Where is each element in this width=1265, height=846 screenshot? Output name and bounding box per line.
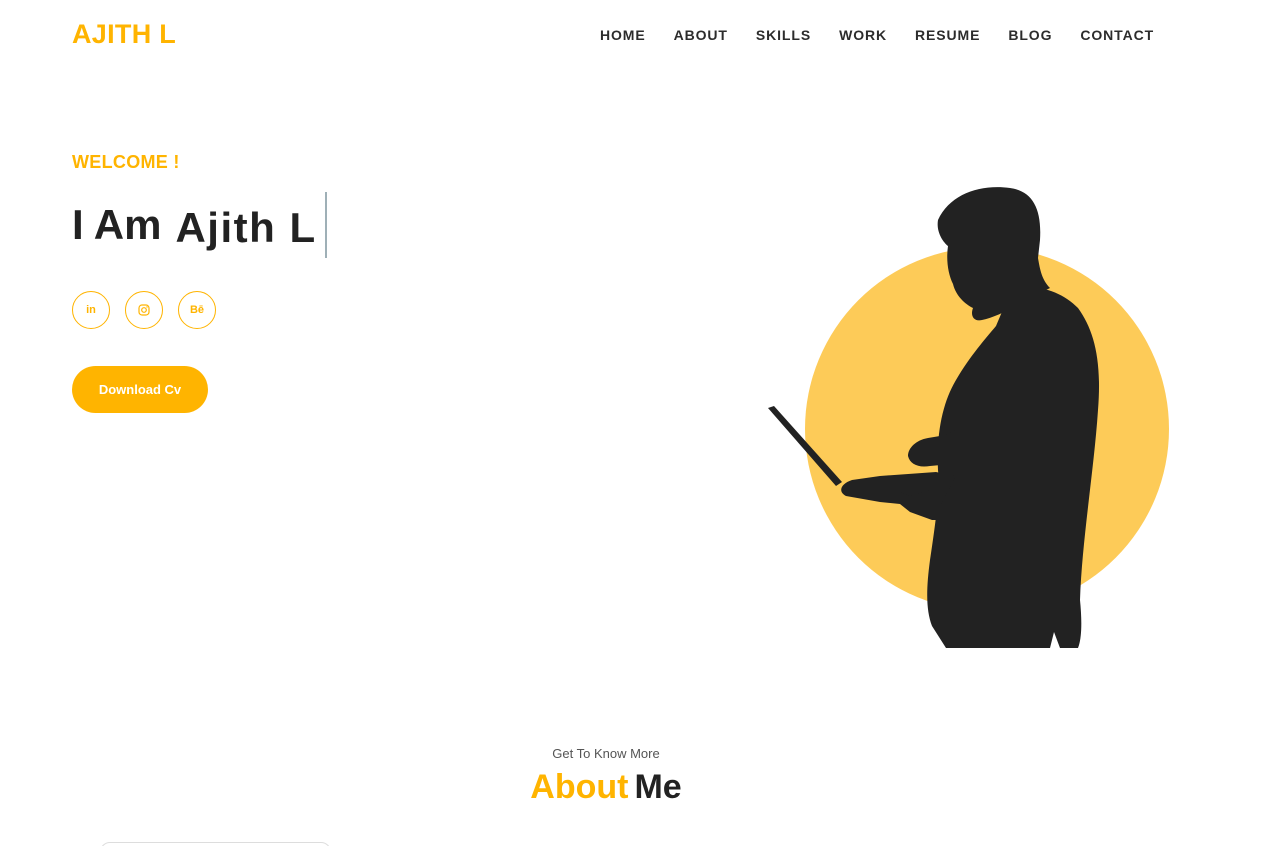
linkedin-glyph: in — [86, 304, 96, 316]
about-kicker: Get To Know More — [552, 746, 660, 761]
page: AJITH L HOME ABOUT SKILLS WORK RESUME BL… — [0, 0, 1265, 846]
typing-cursor — [324, 192, 327, 258]
nav-link-skills[interactable]: SKILLS — [756, 26, 811, 44]
about-title-rest: Me — [634, 768, 682, 806]
about-card-peek — [100, 842, 331, 846]
hero-headline: I Am Ajith L — [72, 192, 327, 258]
social-links: in Bē — [72, 291, 231, 329]
behance-icon[interactable]: Bē — [178, 291, 216, 329]
nav-link-about[interactable]: ABOUT — [674, 26, 728, 44]
about-title: About Me — [0, 768, 1212, 807]
instagram-glyph — [138, 304, 150, 316]
linkedin-icon[interactable]: in — [72, 291, 110, 329]
nav-link-work[interactable]: WORK — [839, 26, 887, 44]
behance-glyph: Bē — [189, 304, 205, 316]
download-cv-button[interactable]: Download Cv — [72, 366, 208, 413]
welcome-text: WELCOME ! — [72, 152, 180, 172]
headline-name: Ajith L — [175, 204, 317, 251]
nav-link-home[interactable]: HOME — [600, 26, 646, 44]
site-header: AJITH L HOME ABOUT SKILLS WORK RESUME BL… — [0, 0, 1265, 72]
about-title-accent: About — [530, 768, 629, 806]
hero-illustration — [768, 187, 1169, 648]
site-logo[interactable]: AJITH L — [72, 19, 176, 50]
nav-link-contact[interactable]: CONTACT — [1080, 26, 1154, 44]
instagram-icon[interactable] — [125, 291, 163, 329]
main-nav: HOME ABOUT SKILLS WORK RESUME BLOG CONTA… — [600, 26, 1182, 44]
nav-link-blog[interactable]: BLOG — [1008, 26, 1052, 44]
nav-link-resume[interactable]: RESUME — [915, 26, 980, 44]
headline-prefix: I Am — [72, 201, 162, 248]
